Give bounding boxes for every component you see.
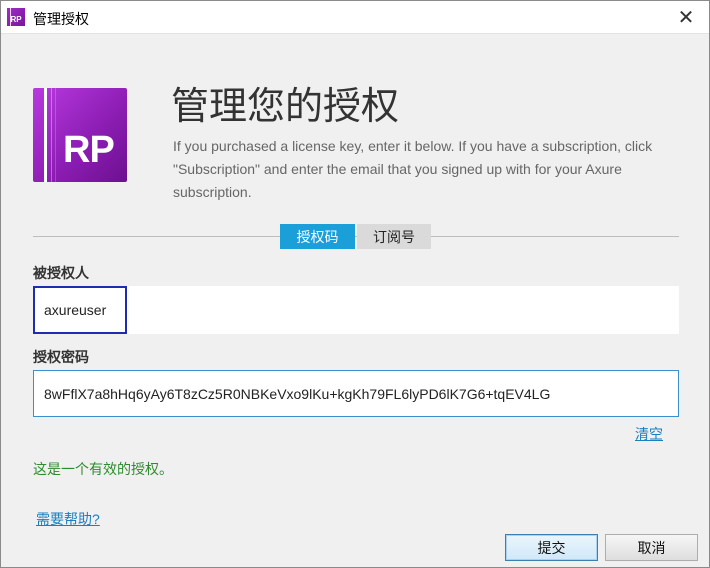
app-icon-text: RP (10, 15, 22, 24)
page-title: 管理您的授权 (171, 84, 400, 128)
tab-subscription[interactable]: 订阅号 (357, 224, 431, 249)
help-link[interactable]: 需要帮助? (36, 509, 100, 529)
license-dialog: RP 管理授权 ✕ RP 管理您的授权 If you purchased a l… (0, 0, 710, 568)
axure-app-icon: RP (7, 8, 25, 26)
cancel-button[interactable]: 取消 (605, 534, 698, 561)
close-icon: ✕ (677, 6, 695, 29)
description-text: If you purchased a license key, enter it… (173, 138, 653, 200)
logo-text: RP (63, 129, 115, 171)
tab-license-key[interactable]: 授权码 (280, 224, 355, 249)
axure-rp-logo: RP (33, 88, 127, 182)
licensee-input[interactable] (33, 286, 127, 334)
key-label: 授权密码 (33, 349, 89, 365)
window-title: 管理授权 (33, 11, 89, 27)
license-key-input[interactable] (33, 370, 679, 417)
status-message: 这是一个有效的授权。 (33, 461, 173, 477)
licensee-label: 被授权人 (33, 265, 89, 281)
close-button[interactable]: ✕ (671, 4, 701, 30)
licensee-row (33, 286, 679, 334)
submit-button[interactable]: 提交 (505, 534, 598, 561)
clear-link[interactable]: 清空 (635, 424, 663, 444)
tab-divider (33, 236, 679, 237)
title-bar: RP 管理授权 ✕ (1, 1, 709, 34)
